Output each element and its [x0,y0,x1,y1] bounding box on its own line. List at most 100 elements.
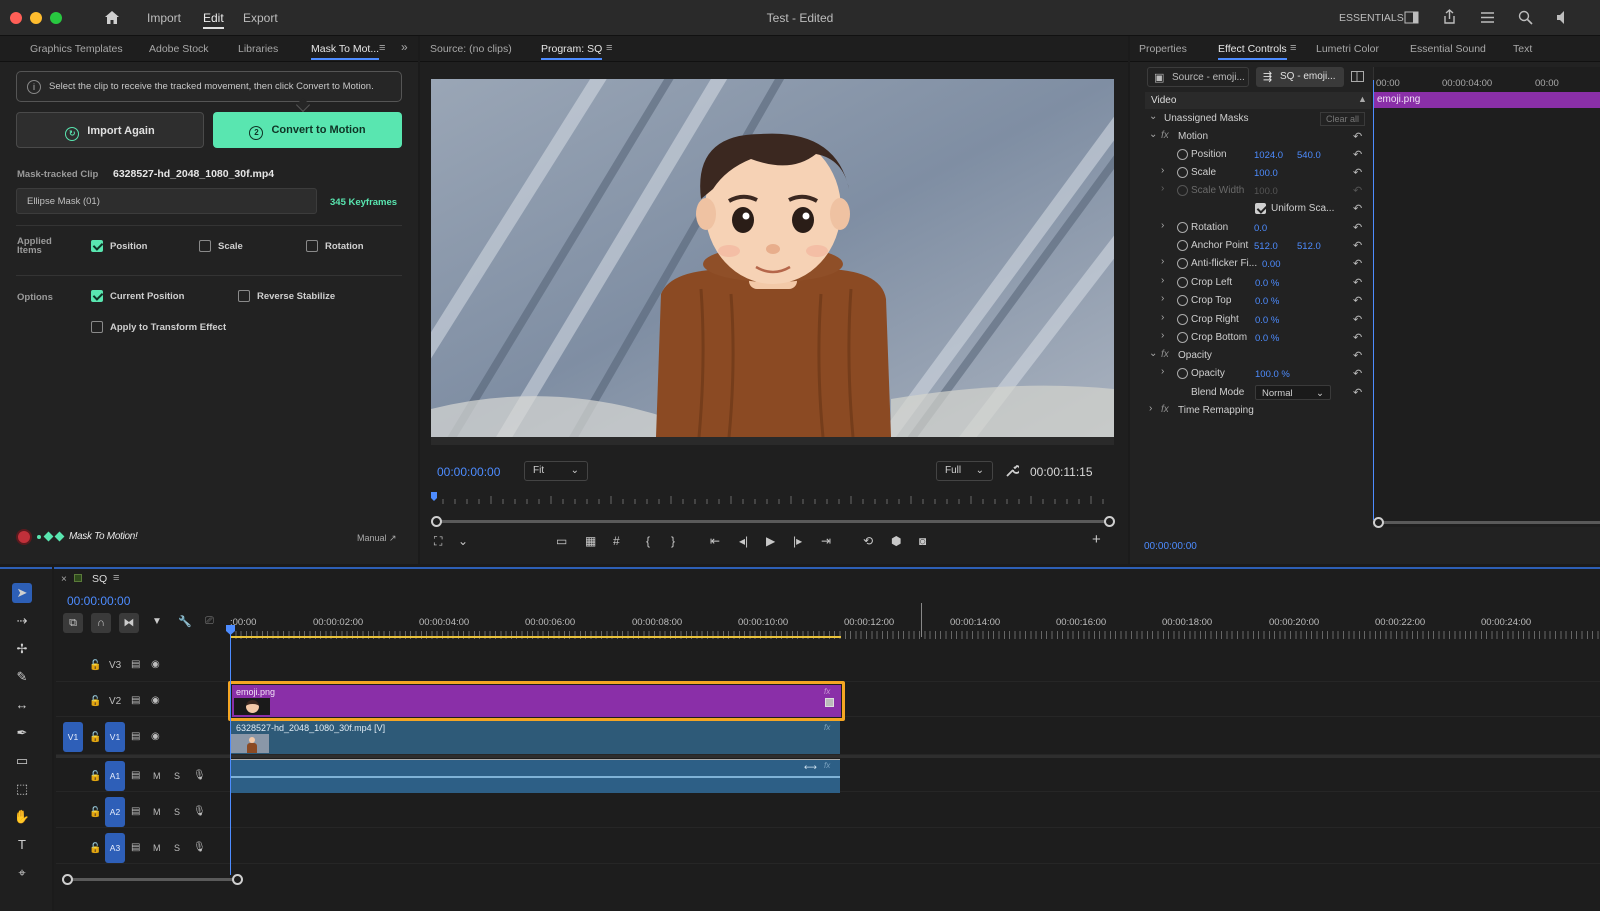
zoom-handle-right[interactable] [1104,516,1115,527]
menu-list-icon[interactable] [1480,11,1495,24]
type-tool-icon[interactable]: T [12,835,32,855]
monitor-menu-icon[interactable]: ≡ [606,42,612,54]
microphone-icon[interactable]: 🎙 [193,842,206,853]
hand-tool-icon[interactable]: ✋ [12,807,32,827]
linked-selection-icon[interactable]: ⧓ [119,613,139,633]
reset-icon[interactable]: ↶ [1353,257,1362,270]
position-x[interactable]: 1024.0 [1254,150,1283,161]
mini-playhead[interactable] [1373,80,1374,520]
step-forward-icon[interactable]: |▸ [793,534,802,548]
close-sequence-icon[interactable]: × [61,574,67,585]
effect-controls-menu-icon[interactable]: ≡ [1290,42,1296,54]
zoom-handle-left[interactable] [431,516,442,527]
camera-icon[interactable]: ◙ [919,534,926,548]
reset-icon[interactable]: ↶ [1353,313,1362,326]
chevron-right-icon[interactable]: › [1161,293,1164,304]
reset-icon[interactable]: ↶ [1353,221,1362,234]
grid-icon[interactable]: # [613,534,620,548]
rectangle-tool-icon[interactable]: ▭ [12,751,32,771]
menu-import[interactable]: Import [147,11,181,25]
loop-icon[interactable]: ⟲ [863,534,873,548]
marker-icon[interactable]: ⬢ [891,534,901,548]
sync-lock-icon[interactable]: ▤ [131,695,140,706]
solo-button[interactable]: S [174,843,180,853]
microphone-icon[interactable]: 🎙 [193,770,206,781]
eye-icon[interactable]: ◉ [151,731,160,742]
timeline-zoom-bar[interactable] [62,878,238,881]
chevron-right-icon[interactable]: › [1161,220,1164,231]
position-checkbox[interactable] [91,240,103,252]
lock-icon[interactable]: 🔓 [89,771,101,782]
tab-program[interactable]: Program: SQ [541,43,603,60]
rotation-checkbox[interactable] [306,240,318,252]
timeline-zoom-handle-left[interactable] [62,874,73,885]
reset-icon[interactable]: ↶ [1353,130,1362,143]
stopwatch-icon[interactable] [1177,368,1188,379]
crop-left-value[interactable]: 0.0 % [1255,278,1279,289]
chevron-down-icon[interactable]: ⌄ [458,534,468,548]
mute-button[interactable]: M [153,843,161,853]
blend-mode-select[interactable]: Normal ⌄ [1255,385,1331,400]
source-clip-button[interactable]: ▣ Source - emoji... [1147,67,1249,87]
convert-to-motion-button[interactable]: 2 Convert to Motion [213,112,402,148]
effect-controls-timecode[interactable]: 00:00:00:00 [1144,541,1197,552]
effect-controls-timeline[interactable] [1373,67,1600,527]
stopwatch-icon[interactable] [1177,222,1188,233]
timeline-timecode[interactable]: 00:00:00:00 [67,594,130,608]
panel-layout-icon[interactable] [1404,11,1419,24]
anchor-x[interactable]: 512.0 [1254,241,1278,252]
menu-edit[interactable]: Edit [203,11,224,29]
stopwatch-icon[interactable] [1177,332,1188,343]
reset-icon[interactable]: ↶ [1353,148,1362,161]
audio-volume-line[interactable] [230,759,840,760]
chevron-right-icon[interactable]: › [1161,256,1164,267]
sequence-tab[interactable]: SQ [92,573,107,585]
reset-icon[interactable]: ↶ [1353,239,1362,252]
chevron-down-icon[interactable]: ⌄ [1149,111,1157,122]
stopwatch-icon[interactable] [1177,149,1188,160]
stopwatch-icon[interactable] [1177,295,1188,306]
scale-value[interactable]: 100.0 [1254,168,1278,179]
fx-icon[interactable]: fx [1161,130,1169,141]
reset-icon[interactable]: ↶ [1353,166,1362,179]
solo-button[interactable]: S [174,771,180,781]
razor-tool-icon[interactable]: ✎ [12,667,32,687]
chevron-right-icon[interactable]: › [1161,366,1164,377]
eye-icon[interactable]: ◉ [151,659,160,670]
chevron-right-icon[interactable]: › [1161,275,1164,286]
crop-bottom-value[interactable]: 0.0 % [1255,333,1279,344]
lock-icon[interactable]: 🔓 [89,696,101,707]
tab-lumetri-color[interactable]: Lumetri Color [1316,43,1379,55]
captions-icon[interactable]: ⎚ [205,615,214,628]
clear-all-button[interactable]: Clear all [1320,112,1366,126]
object-select-tool-icon[interactable]: ⬚ [12,779,32,799]
chevron-right-icon[interactable]: › [1161,165,1164,176]
step-back-icon[interactable]: ◂| [739,534,748,548]
stopwatch-icon[interactable] [1177,167,1188,178]
zoom-window-button[interactable] [50,12,62,24]
sync-lock-icon[interactable]: ▤ [131,770,140,781]
position-y[interactable]: 540.0 [1297,150,1321,161]
eye-icon[interactable]: ◉ [151,695,160,706]
tab-adobe-stock[interactable]: Adobe Stock [149,43,209,55]
generative-tool-icon[interactable]: ⌖ [12,863,32,883]
sequence-clip-button[interactable]: ⇶ SQ - emoji... [1256,67,1344,87]
solo-button[interactable]: S [174,807,180,817]
lock-icon[interactable]: 🔓 [89,732,101,743]
work-area-bar[interactable] [230,636,841,638]
opacity-value[interactable]: 100.0 % [1255,369,1290,380]
fx-icon[interactable]: fx [1161,404,1169,415]
chevron-right-icon[interactable]: › [1161,330,1164,341]
snap-icon[interactable]: ∩ [91,613,111,633]
sync-lock-icon[interactable]: ▤ [131,659,140,670]
track-v2-label[interactable]: V2 [109,696,121,707]
tab-effect-controls[interactable]: Effect Controls [1218,43,1287,60]
timeline-zoom-handle-right[interactable] [232,874,243,885]
go-to-out-icon[interactable]: ⇥ [821,534,831,548]
comparison-view-icon[interactable]: ▭ [556,534,567,548]
uniform-scale-checkbox[interactable] [1255,203,1266,214]
tab-text[interactable]: Text [1513,43,1532,55]
slip-tool-icon[interactable]: ↔ [12,695,32,715]
tab-essential-sound[interactable]: Essential Sound [1410,43,1486,55]
crop-right-value[interactable]: 0.0 % [1255,315,1279,326]
